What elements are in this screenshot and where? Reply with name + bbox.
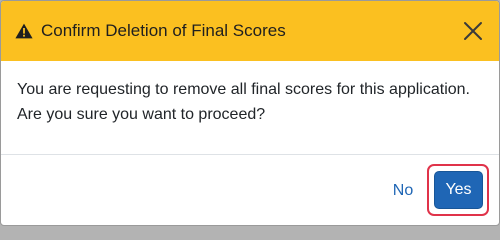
yes-button[interactable]: Yes [434, 171, 483, 209]
footer-divider [1, 154, 499, 155]
warning-triangle-icon [15, 23, 33, 39]
close-button[interactable] [461, 19, 485, 43]
dialog-message-line-2: Are you sure you want to proceed? [17, 106, 266, 123]
dialog-header: Confirm Deletion of Final Scores [1, 1, 499, 61]
close-icon [464, 22, 482, 40]
dialog-message-line-1: You are requesting to remove all final s… [17, 81, 470, 98]
dialog-title: Confirm Deletion of Final Scores [41, 21, 286, 40]
dialog-body: You are requesting to remove all final s… [17, 77, 487, 127]
confirm-deletion-dialog: Confirm Deletion of Final Scores You are… [0, 0, 500, 226]
no-button[interactable]: No [385, 177, 421, 205]
